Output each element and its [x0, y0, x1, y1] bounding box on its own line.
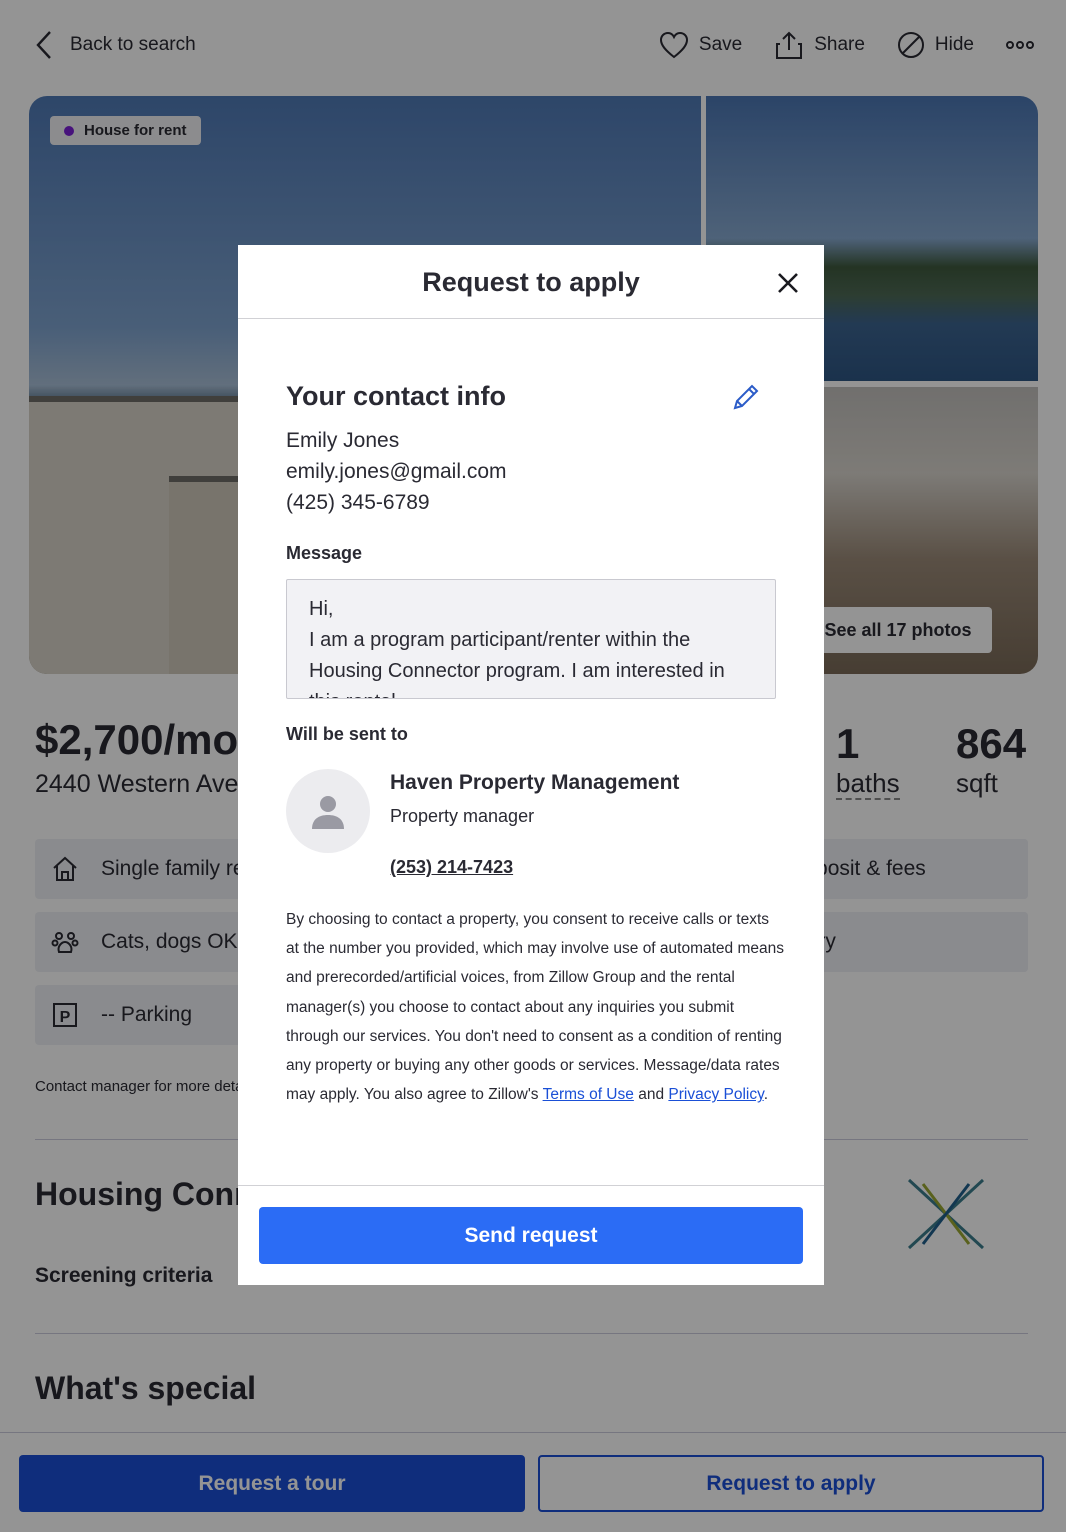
recipient-name: Haven Property Management: [390, 771, 680, 794]
close-icon: [777, 272, 799, 294]
avatar: [286, 769, 370, 853]
dialog-title: Request to apply: [422, 267, 640, 297]
recipient-role: Property manager: [390, 806, 535, 826]
contact-phone: (425) 345-6789: [286, 491, 430, 514]
terms-of-use-link[interactable]: Terms of Use: [543, 1086, 634, 1103]
request-to-apply-dialog: Request to apply Your contact info Emily…: [238, 245, 824, 1285]
close-button[interactable]: [773, 268, 803, 298]
contact-info-heading: Your contact info: [286, 381, 506, 411]
footer-divider: [238, 1185, 824, 1186]
contact-email: emily.jones@gmail.com: [286, 460, 507, 483]
consent-text: By choosing to contact a property, you c…: [286, 905, 786, 1109]
edit-contact-button[interactable]: [730, 381, 762, 413]
recipient-phone-link[interactable]: (253) 214-7423: [390, 857, 513, 878]
dialog-header: Request to apply: [238, 245, 824, 319]
legal-body: By choosing to contact a property, you c…: [286, 911, 784, 1104]
legal-period: .: [763, 1086, 769, 1104]
message-label: Message: [286, 543, 363, 563]
person-icon: [308, 791, 348, 831]
contact-name: Emily Jones: [286, 429, 400, 452]
legal-and: and: [638, 1086, 665, 1104]
privacy-policy-link[interactable]: Privacy Policy: [668, 1086, 763, 1103]
send-request-button[interactable]: Send request: [259, 1207, 803, 1264]
message-textarea[interactable]: [286, 579, 776, 699]
sent-to-label: Will be sent to: [286, 724, 408, 744]
pencil-icon: [730, 381, 762, 413]
